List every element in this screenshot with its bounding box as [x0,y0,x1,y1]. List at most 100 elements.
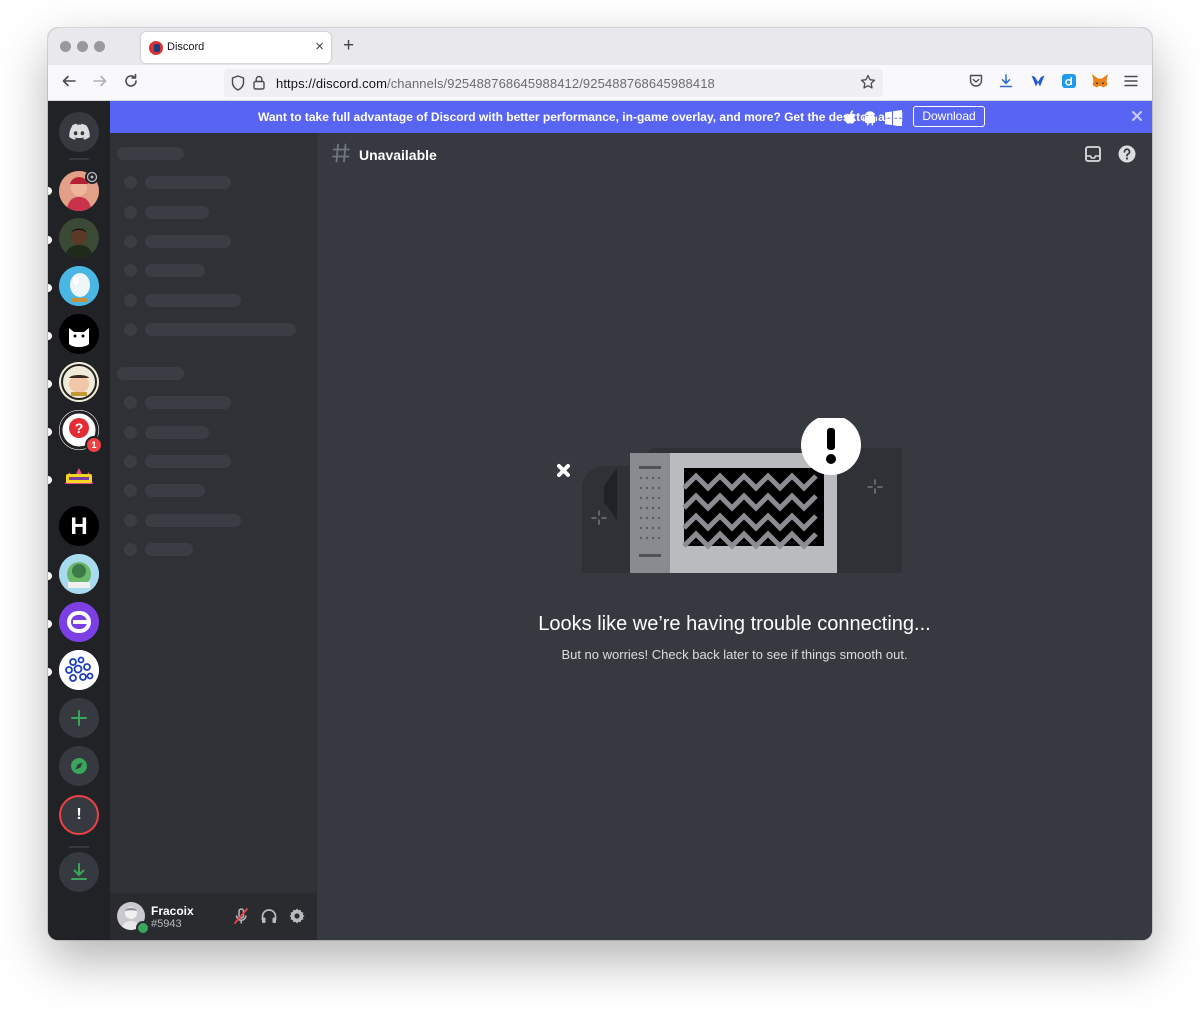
download-apps-button[interactable] [59,852,99,892]
browser-titlebar: Discord × + [48,28,1152,65]
error-title: Looks like we’re having trouble connecti… [538,613,931,635]
channel-placeholder [145,176,231,189]
compass-icon [71,758,87,774]
settings-gear-icon[interactable] [287,906,307,926]
mute-microphone-icon[interactable] [231,906,251,926]
channel-placeholder [145,455,231,468]
discord-favicon-icon [149,41,163,55]
channel-placeholder [145,543,193,556]
explore-servers-button[interactable] [59,746,99,786]
channel-placeholder-icon [124,176,137,189]
connection-error-button[interactable]: ! [59,795,99,835]
reload-icon[interactable] [121,73,141,93]
tab-close-icon[interactable]: × [315,38,324,56]
unread-indicator [48,332,52,340]
category-placeholder [117,367,184,380]
voice-activity-icon [85,170,99,184]
window-minimize-button[interactable] [77,41,88,52]
mention-badge: 1 [85,436,103,454]
discord-logo-icon [69,123,90,140]
channel-placeholder [145,514,241,527]
channel-placeholder-icon [124,396,137,409]
inbox-icon[interactable] [1083,144,1103,164]
channel-placeholder [145,426,209,439]
category-placeholder [117,147,184,160]
server-icon[interactable] [59,218,99,258]
discord-app: ? 1 H ! Want to take full advantage of D… [48,101,1152,940]
browser-navbar: https://discord.com/channels/92548876864… [48,65,1152,101]
channel-placeholder-icon [124,264,137,277]
user-panel: Fracoix #5943 [110,893,317,940]
channel-placeholder-icon [124,484,137,497]
svg-text:?: ? [75,420,84,436]
platform-icons [843,109,907,127]
home-button[interactable] [59,112,99,152]
metamask-fox-icon[interactable] [1090,73,1110,93]
unread-indicator [48,476,52,484]
channel-placeholder [145,484,205,497]
error-subtitle: But no worries! Check back later to see … [561,647,908,662]
window-zoom-button[interactable] [94,41,105,52]
channel-placeholder [145,294,241,307]
channel-placeholder-icon [124,426,137,439]
channel-placeholder [145,323,296,336]
channel-placeholder [145,396,231,409]
wallet-extension-icon[interactable] [1028,73,1048,93]
channel-placeholder-icon [124,514,137,527]
server-list-separator [69,158,89,160]
unread-indicator [48,187,52,195]
channel-placeholder-icon [124,543,137,556]
add-server-button[interactable] [59,698,99,738]
downloads-icon[interactable] [996,73,1016,93]
server-icon[interactable] [59,554,99,594]
browser-tab[interactable]: Discord × [141,32,331,63]
server-icon[interactable] [59,266,99,306]
user-discriminator: #5943 [151,918,182,930]
unread-indicator [48,380,52,388]
channel-placeholder [145,264,205,277]
window-close-button[interactable] [60,41,71,52]
back-arrow-icon[interactable] [59,73,79,93]
server-icon[interactable] [59,650,99,690]
online-status-indicator [136,921,150,935]
exclamation-icon: ! [76,806,82,823]
channel-sidebar: Fracoix #5943 [110,133,317,940]
unread-indicator [48,284,52,292]
server-icon[interactable] [59,458,99,498]
banner-close-icon[interactable] [1132,108,1142,125]
server-list-separator [69,846,89,848]
server-icon[interactable]: H [59,506,99,546]
unread-indicator [48,236,52,244]
channel-placeholder-icon [124,323,137,336]
forward-arrow-icon[interactable] [90,73,110,93]
channel-placeholder [145,235,231,248]
channel-hash-icon [332,143,350,168]
tab-title: Discord [167,41,205,53]
shield-icon[interactable] [231,75,245,96]
headphones-icon[interactable] [259,906,279,926]
windows-icon [885,110,902,127]
extension-d-icon[interactable] [1059,73,1079,93]
help-icon[interactable] [1117,144,1137,164]
browser-window: Discord × + https://discord.com/channels… [48,28,1152,940]
apple-icon [844,110,856,124]
download-button[interactable]: Download [913,106,985,127]
desktop-app-banner: Want to take full advantage of Discord w… [110,101,1152,133]
server-icon[interactable] [59,314,99,354]
unread-indicator [48,668,52,676]
bookmark-star-icon[interactable] [860,74,876,95]
server-icon[interactable] [59,602,99,642]
hamburger-menu-icon[interactable] [1121,73,1141,93]
address-bar[interactable]: https://discord.com/channels/92548876864… [224,69,883,97]
lock-icon[interactable] [253,75,265,95]
channel-placeholder-icon [124,206,137,219]
download-icon [71,863,87,880]
server-icon[interactable] [59,362,99,402]
channel-placeholder-icon [124,455,137,468]
android-icon [863,111,877,126]
channel-placeholder-icon [124,235,137,248]
new-tab-button[interactable]: + [343,34,354,58]
channel-placeholder-icon [124,294,137,307]
channel-name: Unavailable [359,147,437,163]
pocket-icon[interactable] [966,73,986,93]
